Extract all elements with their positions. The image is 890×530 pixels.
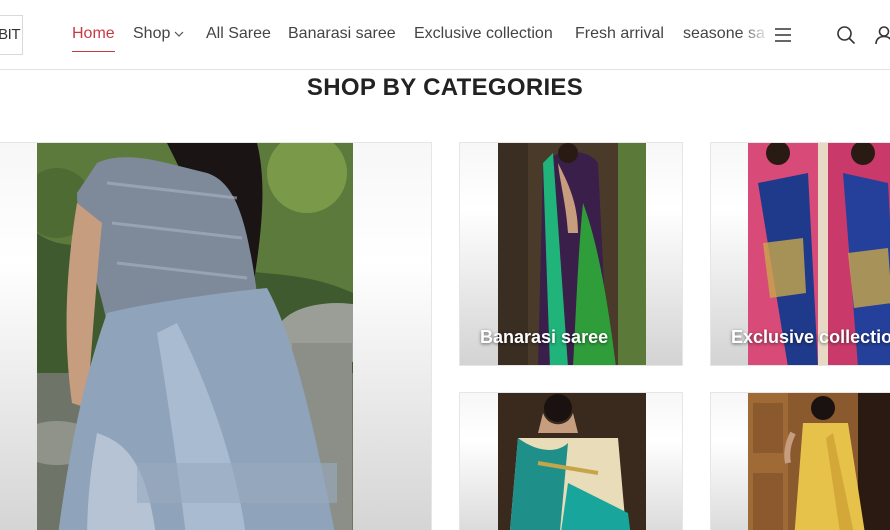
section-title: SHOP BY CATEGORIES xyxy=(306,74,584,101)
category-image xyxy=(748,393,890,530)
nav-banarasi-saree[interactable]: Banarasi saree xyxy=(288,24,396,48)
category-image xyxy=(37,143,353,530)
nav-all-saree[interactable]: All Saree xyxy=(206,24,271,48)
user-icon[interactable] xyxy=(874,25,890,45)
category-tile[interactable] xyxy=(459,392,683,530)
category-label: Banarasi saree xyxy=(480,327,609,347)
site-logo[interactable]: EBIT xyxy=(0,15,23,55)
category-tile-banarasi-saree[interactable]: Banarasi saree xyxy=(459,142,683,366)
nav-overflow-fade xyxy=(740,18,770,54)
category-image xyxy=(498,393,646,530)
nav-shop-label: Shop xyxy=(133,25,171,42)
nav-exclusive-collection[interactable]: Exclusive collection xyxy=(414,24,553,48)
menu-icon[interactable] xyxy=(774,27,792,43)
chevron-down-icon xyxy=(174,31,184,37)
nav-fresh-arrival[interactable]: Fresh arrival xyxy=(575,24,664,48)
nav-shop[interactable]: Shop xyxy=(133,24,184,48)
search-icon[interactable] xyxy=(836,25,856,45)
site-header: EBIT Home Shop All Saree Banarasi saree … xyxy=(0,0,890,70)
logo-text: EBIT xyxy=(0,26,21,43)
category-tile-large[interactable] xyxy=(0,142,432,530)
category-tile-exclusive-collection[interactable]: Exclusive collection xyxy=(710,142,890,366)
category-label: Exclusive collection xyxy=(731,327,890,347)
category-tile[interactable] xyxy=(710,392,890,530)
nav-home[interactable]: Home xyxy=(72,24,115,52)
